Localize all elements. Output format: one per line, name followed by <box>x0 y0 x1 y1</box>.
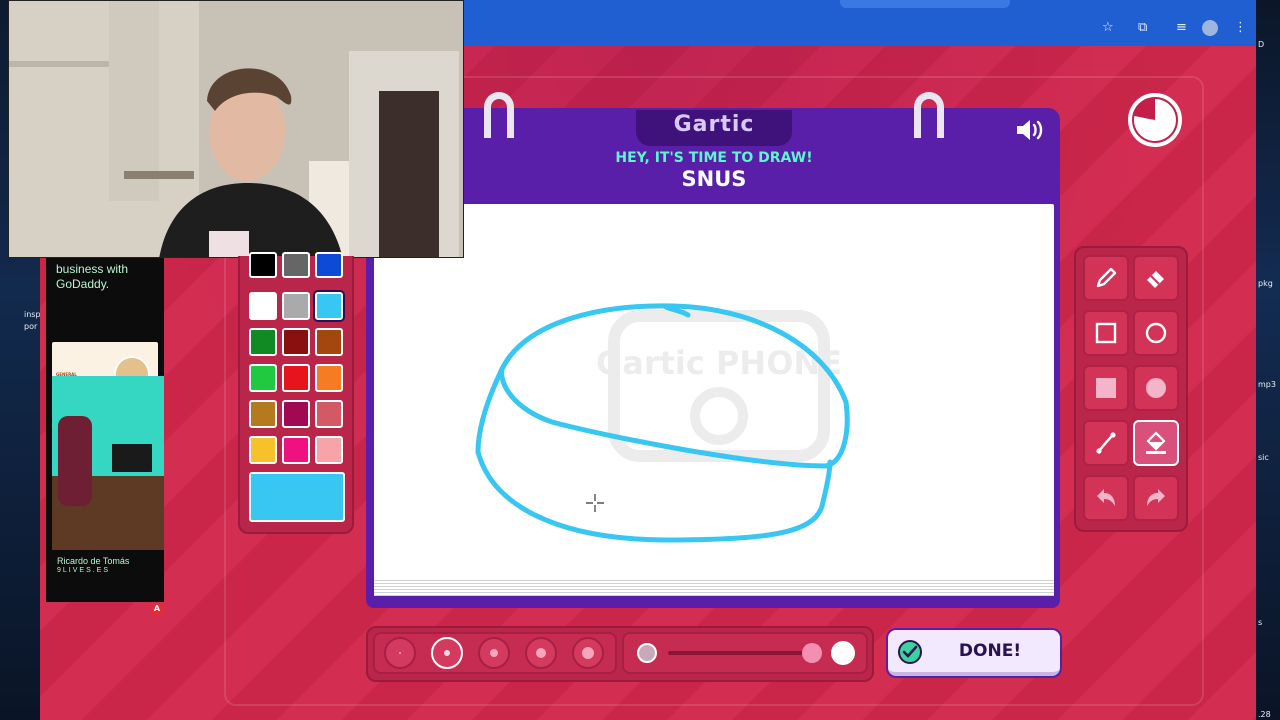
speaker-icon[interactable] <box>1014 116 1046 144</box>
current-color-preview <box>249 472 345 522</box>
fill-bucket-tool[interactable] <box>1133 420 1179 466</box>
star-icon[interactable]: ☆ <box>1102 18 1114 38</box>
ellipse-outline-tool[interactable] <box>1133 310 1179 356</box>
ad-choices-badge[interactable]: A <box>151 603 163 615</box>
desktop-label: mp3 <box>1258 380 1276 389</box>
brush-size-button[interactable] <box>525 637 557 669</box>
redo-tool[interactable] <box>1133 475 1179 521</box>
color-swatch[interactable] <box>249 328 277 356</box>
ad-photo <box>52 376 164 550</box>
brush-size-dot <box>490 649 498 657</box>
opacity-max-icon <box>831 641 855 665</box>
rectangle-filled-tool[interactable] <box>1083 365 1129 411</box>
color-swatch[interactable] <box>315 292 343 320</box>
color-swatch[interactable] <box>282 364 310 392</box>
color-swatch[interactable] <box>315 400 343 428</box>
color-swatch[interactable] <box>249 252 277 278</box>
color-swatch[interactable] <box>315 436 343 464</box>
webcam-overlay <box>8 0 464 258</box>
ellipse-filled-icon <box>1146 378 1166 398</box>
screen: insp por D pkg mp3 sic s .28 ☆ ⧉ ≡ ⋮ Gar… <box>0 0 1280 720</box>
ad-laptop <box>112 444 152 472</box>
ad-site: 9LIVES.ES <box>57 567 111 574</box>
ellipse-filled-tool[interactable] <box>1133 365 1179 411</box>
check-circle-icon <box>898 640 922 664</box>
webcam-image <box>9 1 463 257</box>
brush-size-dot <box>444 650 450 656</box>
pencil-tool[interactable] <box>1083 255 1129 301</box>
crosshair-cursor <box>586 494 604 512</box>
brush-size-button[interactable] <box>478 637 510 669</box>
color-swatch[interactable] <box>249 364 277 392</box>
word-to-draw: SNUS <box>681 167 747 191</box>
brush-size-dot <box>399 652 401 654</box>
media-control-icon[interactable]: ≡ <box>1176 18 1187 38</box>
desktop-label: sic <box>1258 453 1269 462</box>
brush-size-button[interactable] <box>572 637 604 669</box>
undo-icon <box>1097 489 1115 506</box>
more-menu-icon[interactable]: ⋮ <box>1234 18 1247 38</box>
ad-headline: business with GoDaddy. <box>56 262 129 291</box>
desktop-label: insp <box>24 310 41 319</box>
profile-icon[interactable] <box>1202 20 1218 36</box>
eraser-icon <box>1147 271 1164 288</box>
color-swatch[interactable] <box>249 292 277 320</box>
binder-ring-right <box>914 92 944 138</box>
brush-size-button[interactable] <box>431 637 463 669</box>
line-tool[interactable] <box>1083 420 1129 466</box>
desktop-label: pkg <box>1258 279 1273 288</box>
advertisement[interactable]: business with GoDaddy. GENERAL AMERICAN … <box>46 258 164 602</box>
brush-size-button[interactable] <box>384 637 416 669</box>
undo-tool[interactable] <box>1083 475 1129 521</box>
color-swatch[interactable] <box>282 400 310 428</box>
pencil-icon <box>1096 267 1117 288</box>
line-icon <box>1096 432 1116 454</box>
desktop-label: por <box>24 322 38 331</box>
done-button-label[interactable]: DONE! <box>930 641 1050 661</box>
binder-ring-left <box>484 92 514 138</box>
drawn-strokes <box>475 303 850 543</box>
opacity-slider-track[interactable] <box>668 651 814 655</box>
desktop-right-strip: D pkg mp3 sic s .28 <box>1256 0 1280 720</box>
timer-icon <box>1128 93 1182 147</box>
rectangle-filled-icon <box>1096 378 1116 398</box>
rectangle-outline-tool[interactable] <box>1083 310 1129 356</box>
rectangle-outline-icon <box>1095 322 1117 344</box>
draw-prompt: HEY, IT'S TIME TO DRAW! <box>615 150 813 166</box>
color-swatch[interactable] <box>315 364 343 392</box>
color-swatch[interactable] <box>282 252 310 278</box>
browser-actions: ☆ ⧉ ≡ ⋮ <box>1096 18 1256 38</box>
color-swatch[interactable] <box>282 436 310 464</box>
extensions-icon[interactable]: ⧉ <box>1138 18 1147 38</box>
opacity-slider-handle[interactable] <box>802 643 822 663</box>
color-swatch[interactable] <box>282 328 310 356</box>
color-swatch[interactable] <box>315 328 343 356</box>
desktop-label: s <box>1258 618 1263 627</box>
game-logo: Gartic <box>673 112 755 137</box>
canvas-drawing: Gartic PHONE <box>475 303 850 543</box>
color-swatch[interactable] <box>315 252 343 278</box>
desktop-label: D <box>1258 40 1265 49</box>
browser-tab[interactable] <box>840 0 1010 8</box>
opacity-min-icon <box>637 643 657 663</box>
color-swatch[interactable] <box>249 436 277 464</box>
redo-icon <box>1147 489 1165 506</box>
color-swatch[interactable] <box>249 400 277 428</box>
brush-size-dot <box>536 648 546 658</box>
desktop-label: .28 <box>1258 710 1271 719</box>
color-swatch[interactable] <box>282 292 310 320</box>
eraser-tool[interactable] <box>1133 255 1179 301</box>
fill-bucket-icon <box>1146 431 1166 454</box>
brush-size-dot <box>582 647 594 659</box>
watermark-logo: Gartic PHONE <box>596 310 842 462</box>
ad-person-name: Ricardo de Tomás <box>57 556 130 566</box>
ellipse-outline-icon <box>1145 322 1167 344</box>
ad-person <box>58 416 92 506</box>
